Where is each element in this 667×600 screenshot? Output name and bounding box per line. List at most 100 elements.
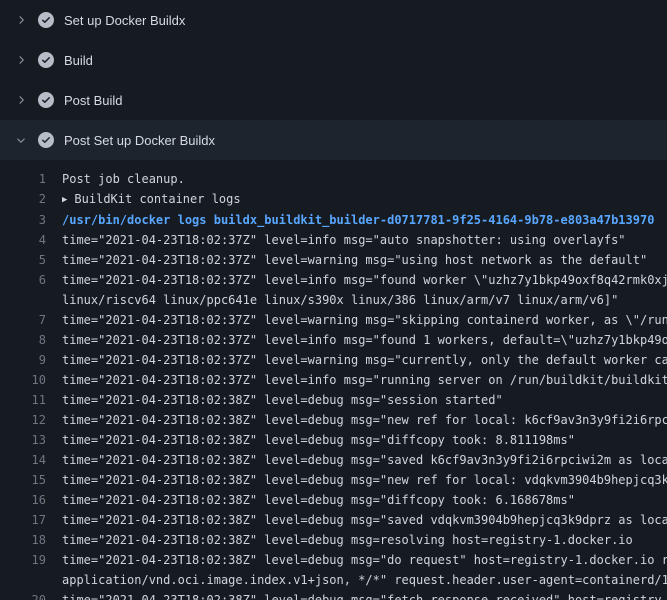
log-line-number[interactable]: 7 — [0, 310, 46, 330]
log-line-text: time="2021-04-23T18:02:38Z" level=debug … — [62, 430, 667, 450]
log-text-part: time="2021-04-23T18:02:38Z" level=debug … — [62, 430, 667, 450]
step-success-check-icon — [38, 92, 54, 108]
log-line-number[interactable]: 10 — [0, 370, 46, 390]
chevron-down-icon — [14, 133, 28, 147]
log-text-part: ▶ BuildKit container logs — [62, 189, 667, 210]
log-line-number[interactable]: 19 — [0, 550, 46, 590]
log-line: 4 time="2021-04-23T18:02:37Z" level=info… — [0, 230, 667, 250]
log-line: 18 time="2021-04-23T18:02:38Z" level=deb… — [0, 530, 667, 550]
log-line-number[interactable]: 16 — [0, 490, 46, 510]
log-line-text: time="2021-04-23T18:02:37Z" level=info m… — [62, 370, 667, 390]
log-line-number[interactable]: 13 — [0, 430, 46, 450]
log-text-part: /usr/bin/docker logs buildx_buildkit_bui… — [62, 210, 667, 230]
step-title: Build — [64, 53, 93, 68]
log-line-text: time="2021-04-23T18:02:38Z" level=debug … — [62, 410, 667, 430]
log-text-part: time="2021-04-23T18:02:38Z" level=debug … — [62, 490, 667, 510]
log-line-number[interactable]: 1 — [0, 169, 46, 189]
log-line-number[interactable]: 6 — [0, 270, 46, 310]
step-title: Set up Docker Buildx — [64, 13, 185, 28]
step-header[interactable]: Build — [0, 40, 667, 80]
log-text-part: Post job cleanup. — [62, 169, 667, 189]
log-text-part: time="2021-04-23T18:02:37Z" level=warnin… — [62, 310, 667, 330]
log-line-text: time="2021-04-23T18:02:37Z" level=warnin… — [62, 310, 667, 330]
step-header[interactable]: Set up Docker Buildx — [0, 0, 667, 40]
log-line-number[interactable]: 12 — [0, 410, 46, 430]
log-line: 2 ▶ BuildKit container logs — [0, 189, 667, 210]
log-line: 6 time="2021-04-23T18:02:37Z" level=info… — [0, 270, 667, 310]
log-line: 10 time="2021-04-23T18:02:37Z" level=inf… — [0, 370, 667, 390]
log-line: 13 time="2021-04-23T18:02:38Z" level=deb… — [0, 430, 667, 450]
log-text-part: time="2021-04-23T18:02:38Z" level=debug … — [62, 530, 667, 550]
step-success-check-icon — [38, 12, 54, 28]
log-line-number[interactable]: 15 — [0, 470, 46, 490]
log-line-number[interactable]: 20 — [0, 590, 46, 600]
log-line-text: time="2021-04-23T18:02:37Z" level=warnin… — [62, 250, 667, 270]
log-line: 9 time="2021-04-23T18:02:37Z" level=warn… — [0, 350, 667, 370]
step-header[interactable]: Post Set up Docker Buildx — [0, 120, 667, 160]
log-text-part: time="2021-04-23T18:02:38Z" level=debug … — [62, 410, 667, 430]
log-line-text: /usr/bin/docker logs buildx_buildkit_bui… — [62, 210, 667, 230]
job-log-viewer: Set up Docker Buildx Build Post Build — [0, 0, 667, 600]
log-line: 5 time="2021-04-23T18:02:37Z" level=warn… — [0, 250, 667, 270]
log-line-number[interactable]: 14 — [0, 450, 46, 470]
log-line: 20 time="2021-04-23T18:02:38Z" level=deb… — [0, 590, 667, 600]
log-line-number[interactable]: 11 — [0, 390, 46, 410]
log-line: 16 time="2021-04-23T18:02:38Z" level=deb… — [0, 490, 667, 510]
log-line: 8 time="2021-04-23T18:02:37Z" level=info… — [0, 330, 667, 350]
log-line: 11 time="2021-04-23T18:02:38Z" level=deb… — [0, 390, 667, 410]
log-line: 3 /usr/bin/docker logs buildx_buildkit_b… — [0, 210, 667, 230]
log-text-part: time="2021-04-23T18:02:38Z" level=debug … — [62, 450, 667, 470]
log-text-part: time="2021-04-23T18:02:37Z" level=info m… — [62, 230, 667, 250]
group-expand-arrow-icon[interactable]: ▶ — [62, 190, 67, 210]
log-text-part: time="2021-04-23T18:02:37Z" level=warnin… — [62, 350, 667, 370]
log-line-number[interactable]: 8 — [0, 330, 46, 350]
log-text-part: linux/riscv64 linux/ppc641e linux/s390x … — [62, 290, 667, 310]
log-area: 1 Post job cleanup. 2 ▶ BuildKit containe… — [0, 160, 667, 600]
log-line-text: ▶ BuildKit container logs — [62, 189, 667, 210]
log-text-part: time="2021-04-23T18:02:38Z" level=debug … — [62, 510, 667, 530]
log-line-text: time="2021-04-23T18:02:37Z" level=info m… — [62, 270, 667, 310]
log-text-part: time="2021-04-23T18:02:38Z" level=debug … — [62, 470, 667, 490]
log-text-part: time="2021-04-23T18:02:38Z" level=debug … — [62, 590, 667, 600]
log-line-number[interactable]: 3 — [0, 210, 46, 230]
log-line-text: time="2021-04-23T18:02:38Z" level=debug … — [62, 470, 667, 490]
step-title: Post Build — [64, 93, 123, 108]
log-line-number[interactable]: 2 — [0, 189, 46, 210]
log-text-part: time="2021-04-23T18:02:37Z" level=warnin… — [62, 250, 667, 270]
steps-list: Set up Docker Buildx Build Post Build — [0, 0, 667, 600]
chevron-right-icon — [14, 93, 28, 107]
group-label: BuildKit container logs — [74, 192, 240, 206]
log-line-number[interactable]: 9 — [0, 350, 46, 370]
log-line-number[interactable]: 4 — [0, 230, 46, 250]
log-line-number[interactable]: 17 — [0, 510, 46, 530]
log-text-part: time="2021-04-23T18:02:37Z" level=info m… — [62, 370, 667, 390]
log-line-text: time="2021-04-23T18:02:37Z" level=info m… — [62, 230, 667, 250]
log-text-part: time="2021-04-23T18:02:38Z" level=debug … — [62, 550, 667, 570]
step-success-check-icon — [38, 132, 54, 148]
step-header[interactable]: Post Build — [0, 80, 667, 120]
log-line-text: time="2021-04-23T18:02:37Z" level=info m… — [62, 330, 667, 350]
log-line: 12 time="2021-04-23T18:02:38Z" level=deb… — [0, 410, 667, 430]
log-line-text: time="2021-04-23T18:02:38Z" level=debug … — [62, 550, 667, 590]
log-text-part: time="2021-04-23T18:02:37Z" level=info m… — [62, 330, 667, 350]
log-text-part: time="2021-04-23T18:02:37Z" level=info m… — [62, 270, 667, 290]
log-line: 1 Post job cleanup. — [0, 169, 667, 189]
log-line-text: time="2021-04-23T18:02:38Z" level=debug … — [62, 590, 667, 600]
log-line: 17 time="2021-04-23T18:02:38Z" level=deb… — [0, 510, 667, 530]
log-line: 7 time="2021-04-23T18:02:37Z" level=warn… — [0, 310, 667, 330]
log-line-text: Post job cleanup. — [62, 169, 667, 189]
chevron-right-icon — [14, 53, 28, 67]
log-line: 14 time="2021-04-23T18:02:38Z" level=deb… — [0, 450, 667, 470]
log-line-text: time="2021-04-23T18:02:37Z" level=warnin… — [62, 350, 667, 370]
log-line-text: time="2021-04-23T18:02:38Z" level=debug … — [62, 530, 667, 550]
log-line-number[interactable]: 5 — [0, 250, 46, 270]
log-line-text: time="2021-04-23T18:02:38Z" level=debug … — [62, 510, 667, 530]
log-line: 15 time="2021-04-23T18:02:38Z" level=deb… — [0, 470, 667, 490]
chevron-right-icon — [14, 13, 28, 27]
log-line-number[interactable]: 18 — [0, 530, 46, 550]
step-success-check-icon — [38, 52, 54, 68]
log-line-text: time="2021-04-23T18:02:38Z" level=debug … — [62, 450, 667, 470]
log-text-part: time="2021-04-23T18:02:38Z" level=debug … — [62, 390, 667, 410]
log-text-part: application/vnd.oci.image.index.v1+json,… — [62, 570, 667, 590]
step-title: Post Set up Docker Buildx — [64, 133, 215, 148]
